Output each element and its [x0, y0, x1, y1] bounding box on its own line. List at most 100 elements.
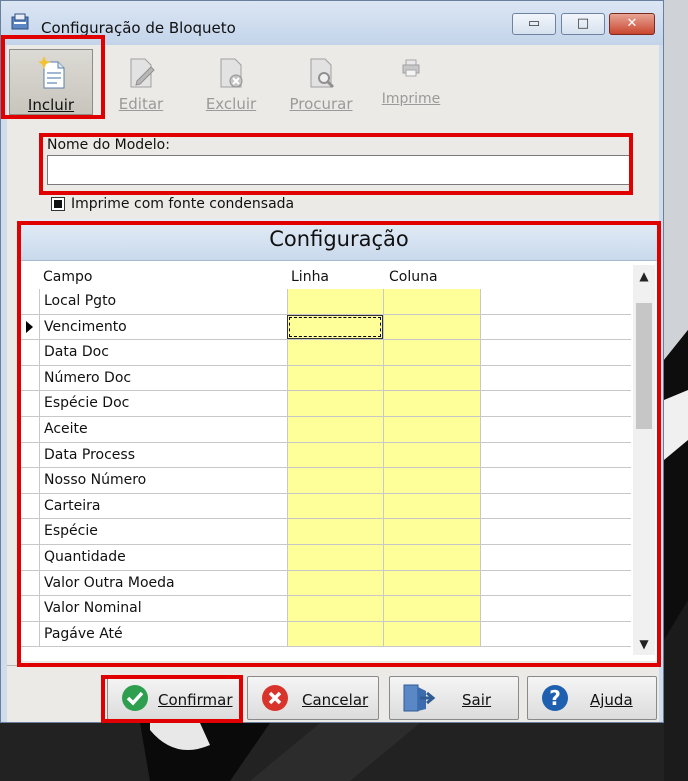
table-row[interactable]: Nosso Número: [21, 468, 631, 494]
linha-cell[interactable]: [287, 493, 384, 519]
coluna-cell[interactable]: [383, 570, 481, 596]
minimize-button[interactable]: ▭: [512, 13, 556, 35]
search-document-icon: [310, 58, 335, 89]
coluna-cell[interactable]: [383, 493, 481, 519]
printer-icon: [402, 59, 420, 77]
cancelar-button[interactable]: Cancelar: [247, 676, 379, 720]
table-row[interactable]: Espécie: [21, 519, 631, 545]
coluna-cell[interactable]: [383, 544, 481, 570]
row-indicator: [21, 519, 37, 544]
table-row[interactable]: Pagáve Até: [21, 621, 631, 648]
grid-scrollbar[interactable]: ▲ ▼: [633, 265, 655, 655]
sair-label: Sair: [462, 691, 492, 709]
linha-cell[interactable]: [287, 442, 384, 468]
campo-cell: Data Doc: [39, 340, 292, 365]
campo-cell: Valor Outra Moeda: [39, 570, 292, 596]
campo-cell: Número Doc: [39, 365, 292, 391]
configuration-grid: Configuração Campo Linha Coluna Local Pg…: [21, 219, 657, 661]
table-row[interactable]: Valor Nominal: [21, 596, 631, 622]
column-header-linha[interactable]: Linha: [291, 265, 329, 289]
coluna-cell[interactable]: [383, 468, 481, 493]
sair-button[interactable]: Sair: [389, 676, 519, 720]
linha-cell[interactable]: [287, 416, 384, 442]
coluna-cell[interactable]: [383, 340, 481, 365]
coluna-cell[interactable]: [383, 621, 481, 647]
procurar-button[interactable]: Procurar: [279, 49, 363, 115]
column-header-campo[interactable]: Campo: [43, 265, 92, 289]
linha-cell[interactable]: [287, 365, 384, 391]
linha-cell[interactable]: [287, 621, 384, 647]
row-indicator: [21, 545, 37, 570]
grid-rows: Local Pgto Vencimento Data Doc Número Do…: [21, 289, 631, 648]
maximize-icon: □: [576, 16, 590, 31]
linha-cell[interactable]: [287, 289, 384, 314]
table-row[interactable]: Espécie Doc: [21, 391, 631, 417]
table-row[interactable]: Data Doc: [21, 340, 631, 366]
coluna-cell[interactable]: [383, 416, 481, 442]
linha-cell[interactable]: [287, 468, 384, 493]
condensed-font-checkbox[interactable]: [51, 197, 65, 211]
coluna-cell[interactable]: [383, 314, 481, 340]
help-question-icon: ?: [542, 685, 568, 711]
table-row[interactable]: Vencimento: [21, 314, 631, 341]
coluna-cell[interactable]: [383, 596, 481, 621]
campo-cell: Vencimento: [39, 314, 292, 340]
maximize-button[interactable]: □: [561, 13, 605, 35]
coluna-cell[interactable]: [383, 391, 481, 416]
linha-cell[interactable]: [287, 570, 384, 596]
linha-cell[interactable]: [287, 340, 384, 365]
editar-button[interactable]: Editar: [99, 49, 183, 115]
close-icon: ✕: [626, 16, 638, 31]
scroll-up-icon[interactable]: ▲: [633, 265, 655, 287]
linha-cell[interactable]: [287, 519, 384, 544]
confirmar-button[interactable]: Confirmar: [107, 676, 241, 720]
campo-cell: Quantidade: [39, 544, 292, 570]
title-bar[interactable]: Configuração de Bloqueto ▭ □ ✕: [1, 1, 663, 45]
table-row[interactable]: Valor Outra Moeda: [21, 570, 631, 597]
confirm-check-icon: [122, 685, 148, 711]
table-row[interactable]: Local Pgto: [21, 289, 631, 315]
table-row[interactable]: Aceite: [21, 416, 631, 443]
imprime-label: Imprime: [381, 91, 441, 107]
scroll-thumb[interactable]: [636, 303, 652, 429]
campo-cell: Carteira: [39, 493, 292, 519]
coluna-cell[interactable]: [383, 519, 481, 544]
model-name-input[interactable]: [47, 155, 633, 185]
table-row[interactable]: Carteira: [21, 493, 631, 520]
close-button[interactable]: ✕: [609, 13, 655, 35]
coluna-cell[interactable]: [383, 442, 481, 468]
excluir-label: Excluir: [205, 95, 257, 113]
edit-document-icon: [130, 58, 155, 88]
linha-cell[interactable]: [287, 391, 384, 416]
linha-cell-selected[interactable]: [287, 314, 383, 340]
cancelar-label: Cancelar: [302, 691, 369, 709]
editar-label: Editar: [118, 95, 164, 113]
row-indicator: [21, 315, 37, 340]
new-document-icon: [38, 56, 65, 89]
row-indicator: [21, 596, 37, 621]
row-indicator: [21, 391, 37, 416]
imprime-button[interactable]: Imprime: [369, 49, 453, 115]
column-header-coluna[interactable]: Coluna: [389, 265, 438, 289]
ajuda-button[interactable]: ? Ajuda: [527, 676, 657, 720]
campo-cell: Local Pgto: [39, 289, 292, 314]
row-indicator: [21, 468, 37, 493]
exit-door-icon: [403, 684, 436, 712]
ajuda-label: Ajuda: [590, 691, 633, 709]
incluir-button[interactable]: Incluir: [9, 49, 93, 115]
campo-cell: Pagáve Até: [39, 621, 292, 647]
row-indicator: [21, 417, 37, 442]
linha-cell[interactable]: [287, 544, 384, 570]
table-row[interactable]: Data Process: [21, 442, 631, 469]
coluna-cell[interactable]: [383, 365, 481, 391]
linha-cell[interactable]: [287, 596, 384, 621]
table-row[interactable]: Número Doc: [21, 365, 631, 392]
table-row[interactable]: Quantidade: [21, 544, 631, 571]
excluir-button[interactable]: Excluir: [189, 49, 273, 115]
condensed-font-label: Imprime com fonte condensada: [71, 196, 295, 212]
row-indicator: [21, 289, 37, 314]
coluna-cell[interactable]: [383, 289, 481, 314]
window-title: Configuração de Bloqueto: [41, 19, 236, 37]
confirmar-label: Confirmar: [158, 691, 233, 709]
scroll-down-icon[interactable]: ▼: [633, 633, 655, 655]
